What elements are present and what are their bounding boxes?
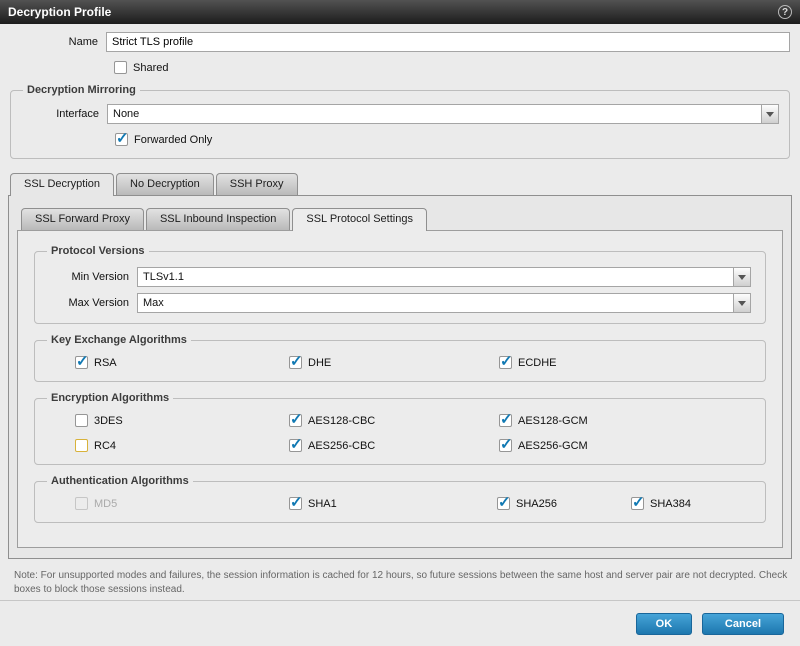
max-version-row: Max Version Max (45, 293, 755, 313)
md5-label: MD5 (94, 498, 117, 510)
sha1-checkbox-item[interactable]: SHA1 (289, 497, 497, 510)
dialog-titlebar: Decryption Profile ? (0, 0, 800, 24)
rc4-checkbox[interactable] (75, 439, 88, 452)
md5-checkbox (75, 497, 88, 510)
dialog-title: Decryption Profile (8, 5, 111, 19)
sub-tabs: SSL Forward Proxy SSL Inbound Inspection… (19, 208, 781, 230)
sha1-label: SHA1 (308, 498, 337, 510)
shared-row: Shared (114, 61, 790, 74)
tab-ssl-protocol-settings[interactable]: SSL Protocol Settings (292, 208, 427, 231)
max-version-label: Max Version (45, 297, 137, 309)
ecdhe-checkbox-item[interactable]: ECDHE (499, 356, 755, 369)
encryption-section: Encryption Algorithms 3DES AES128-CBC AE… (34, 392, 766, 465)
aes128-gcm-checkbox-item[interactable]: AES128-GCM (499, 414, 755, 427)
tab-ssl-inbound-inspection[interactable]: SSL Inbound Inspection (146, 208, 290, 230)
authentication-grid: MD5 SHA1 SHA256 SHA384 (45, 491, 755, 512)
aes128-cbc-label: AES128-CBC (308, 415, 375, 427)
main-tabs: SSL Decryption No Decryption SSH Proxy (8, 173, 792, 195)
md5-checkbox-item: MD5 (75, 497, 289, 510)
interface-row: Interface None (21, 104, 779, 124)
key-exchange-legend: Key Exchange Algorithms (47, 334, 191, 346)
ssl-protocol-settings-panel: Protocol Versions Min Version TLSv1.1 Ma… (17, 230, 783, 548)
min-version-dropdown[interactable]: TLSv1.1 (137, 267, 751, 287)
aes128-gcm-checkbox[interactable] (499, 414, 512, 427)
help-icon[interactable]: ? (778, 5, 792, 19)
interface-dropdown[interactable]: None (107, 104, 779, 124)
sha256-checkbox[interactable] (497, 497, 510, 510)
forwarded-only-checkbox-item[interactable]: Forwarded Only (115, 133, 212, 146)
authentication-legend: Authentication Algorithms (47, 475, 193, 487)
forwarded-only-checkbox[interactable] (115, 133, 128, 146)
sha384-checkbox-item[interactable]: SHA384 (631, 497, 755, 510)
shared-checkbox-item[interactable]: Shared (114, 61, 168, 74)
aes128-cbc-checkbox-item[interactable]: AES128-CBC (289, 414, 499, 427)
shared-checkbox[interactable] (114, 61, 127, 74)
encryption-legend: Encryption Algorithms (47, 392, 173, 404)
dhe-checkbox-item[interactable]: DHE (289, 356, 499, 369)
min-version-value: TLSv1.1 (138, 271, 733, 283)
dialog-footer: OK Cancel (0, 600, 800, 646)
decryption-mirroring-section: Decryption Mirroring Interface None Forw… (10, 84, 790, 159)
ssl-decryption-panel: SSL Forward Proxy SSL Inbound Inspection… (8, 195, 792, 559)
encryption-grid: 3DES AES128-CBC AES128-GCM RC4 AES256-CB… (45, 408, 755, 454)
max-version-value: Max (138, 297, 733, 309)
name-input[interactable] (106, 32, 790, 52)
tab-no-decryption[interactable]: No Decryption (116, 173, 214, 195)
rsa-label: RSA (94, 357, 117, 369)
min-version-row: Min Version TLSv1.1 (45, 267, 755, 287)
tab-ssl-forward-proxy[interactable]: SSL Forward Proxy (21, 208, 144, 230)
ecdhe-checkbox[interactable] (499, 356, 512, 369)
protocol-versions-section: Protocol Versions Min Version TLSv1.1 Ma… (34, 245, 766, 324)
forwarded-only-label: Forwarded Only (134, 134, 212, 146)
tab-ssl-decryption[interactable]: SSL Decryption (10, 173, 114, 196)
authentication-section: Authentication Algorithms MD5 SHA1 SHA25… (34, 475, 766, 523)
min-version-label: Min Version (45, 271, 137, 283)
rsa-checkbox-item[interactable]: RSA (75, 356, 289, 369)
ok-button[interactable]: OK (636, 613, 692, 635)
3des-checkbox[interactable] (75, 414, 88, 427)
protocol-versions-legend: Protocol Versions (47, 245, 149, 257)
name-label: Name (10, 36, 106, 48)
chevron-down-icon[interactable] (733, 294, 750, 312)
chevron-down-icon[interactable] (733, 268, 750, 286)
aes256-gcm-checkbox-item[interactable]: AES256-GCM (499, 439, 755, 452)
sha256-checkbox-item[interactable]: SHA256 (497, 497, 631, 510)
forwarded-only-row: Forwarded Only (115, 133, 779, 146)
dhe-checkbox[interactable] (289, 356, 302, 369)
sha384-label: SHA384 (650, 498, 691, 510)
interface-value: None (108, 108, 761, 120)
key-exchange-section: Key Exchange Algorithms RSA DHE ECDHE (34, 334, 766, 382)
dhe-label: DHE (308, 357, 331, 369)
aes256-cbc-checkbox[interactable] (289, 439, 302, 452)
tab-ssh-proxy[interactable]: SSH Proxy (216, 173, 298, 195)
shared-label: Shared (133, 62, 168, 74)
aes128-cbc-checkbox[interactable] (289, 414, 302, 427)
interface-label: Interface (21, 108, 107, 120)
cancel-button[interactable]: Cancel (702, 613, 784, 635)
sha384-checkbox[interactable] (631, 497, 644, 510)
aes256-cbc-label: AES256-CBC (308, 440, 375, 452)
sha1-checkbox[interactable] (289, 497, 302, 510)
decryption-mirroring-legend: Decryption Mirroring (23, 84, 140, 96)
key-exchange-grid: RSA DHE ECDHE (45, 350, 755, 371)
aes256-gcm-label: AES256-GCM (518, 440, 588, 452)
rsa-checkbox[interactable] (75, 356, 88, 369)
chevron-down-icon[interactable] (761, 105, 778, 123)
ecdhe-label: ECDHE (518, 357, 557, 369)
aes256-cbc-checkbox-item[interactable]: AES256-CBC (289, 439, 499, 452)
3des-label: 3DES (94, 415, 123, 427)
footnote: Note: For unsupported modes and failures… (12, 569, 788, 597)
max-version-dropdown[interactable]: Max (137, 293, 751, 313)
name-row: Name (10, 32, 790, 52)
rc4-label: RC4 (94, 440, 116, 452)
aes256-gcm-checkbox[interactable] (499, 439, 512, 452)
aes128-gcm-label: AES128-GCM (518, 415, 588, 427)
rc4-checkbox-item[interactable]: RC4 (75, 439, 289, 452)
3des-checkbox-item[interactable]: 3DES (75, 414, 289, 427)
sha256-label: SHA256 (516, 498, 557, 510)
